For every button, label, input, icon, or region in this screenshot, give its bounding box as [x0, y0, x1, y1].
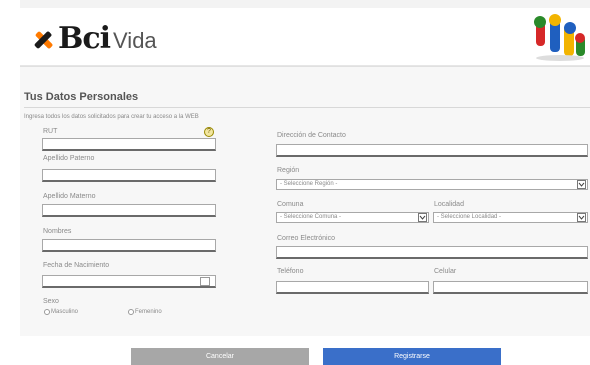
- calendar-icon[interactable]: [200, 277, 210, 286]
- section-divider: [24, 107, 590, 108]
- localidad-select[interactable]: - Seleccione Localidad -: [433, 212, 588, 223]
- personal-data-panel: Tus Datos Personales Ingresa todos los d…: [20, 66, 590, 336]
- chevron-down-icon: [418, 213, 427, 222]
- radio-icon: [128, 309, 134, 315]
- page-left-margin: [0, 0, 20, 365]
- apellido-paterno-label: Apellido Paterno: [43, 155, 95, 162]
- brand-name: Bci: [58, 21, 111, 56]
- comuna-select[interactable]: - Seleccione Comuna -: [276, 212, 429, 223]
- bci-logo-icon: [33, 24, 56, 54]
- celular-label: Celular: [434, 268, 457, 275]
- radio-icon: [44, 309, 50, 315]
- rut-input[interactable]: [42, 138, 216, 151]
- apellido-materno-input[interactable]: [42, 204, 216, 217]
- brand-product: Vida: [113, 28, 157, 53]
- apellido-materno-label: Apellido Materno: [43, 193, 96, 200]
- bci-logo: Bci Vida: [33, 20, 157, 56]
- fecha-nacimiento-label: Fecha de Nacimiento: [43, 262, 110, 269]
- telefono-label: Teléfono: [277, 268, 304, 275]
- region-selected: - Seleccione Región -: [280, 181, 338, 187]
- region-select[interactable]: - Seleccione Región -: [276, 179, 588, 190]
- sexo-option-label: Femenino: [135, 309, 162, 315]
- celular-input[interactable]: [433, 281, 588, 294]
- correo-input[interactable]: [276, 246, 588, 259]
- comuna-selected: - Seleccione Comuna -: [280, 214, 342, 220]
- nombres-input[interactable]: [42, 239, 216, 252]
- direccion-label: Dirección de Contacto: [277, 132, 346, 139]
- sexo-option-label: Masculino: [51, 309, 79, 315]
- sexo-option-masculino[interactable]: Masculino: [44, 309, 78, 315]
- help-icon[interactable]: ?: [204, 127, 214, 137]
- cancel-button[interactable]: Cancelar: [131, 348, 309, 365]
- fecha-nacimiento-input[interactable]: [42, 275, 216, 288]
- telefono-input[interactable]: [276, 281, 429, 294]
- localidad-label: Localidad: [434, 201, 464, 208]
- rut-label: RUT: [43, 128, 58, 135]
- sexo-label: Sexo: [43, 298, 59, 305]
- localidad-selected: - Seleccione Localidad -: [437, 214, 502, 220]
- header: Bci Vida: [20, 8, 590, 66]
- register-button[interactable]: Registrarse: [323, 348, 501, 365]
- sexo-option-femenino[interactable]: Femenino: [128, 309, 162, 315]
- section-instructions: Ingresa todos los datos solicitados para…: [24, 114, 199, 120]
- chevron-down-icon: [577, 213, 586, 222]
- mascot-icon: [534, 14, 585, 61]
- comuna-label: Comuna: [277, 201, 304, 208]
- section-title: Tus Datos Personales: [24, 91, 139, 103]
- direccion-input[interactable]: [276, 144, 588, 157]
- nombres-label: Nombres: [43, 228, 72, 235]
- region-label: Región: [277, 167, 300, 174]
- chevron-down-icon: [577, 180, 586, 189]
- apellido-paterno-input[interactable]: [42, 169, 216, 182]
- correo-label: Correo Electrónico: [277, 235, 335, 242]
